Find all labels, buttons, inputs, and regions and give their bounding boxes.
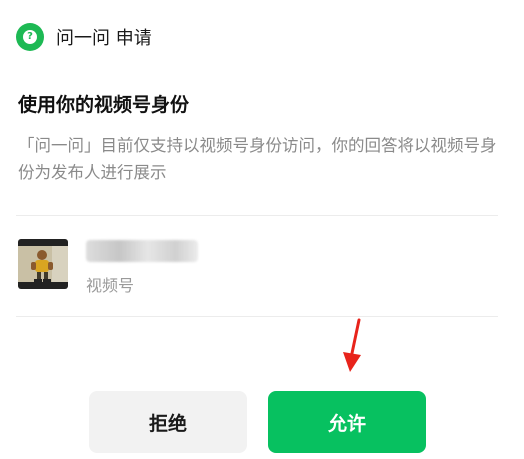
allow-button[interactable]: 允许 — [268, 391, 426, 453]
avatar-image — [18, 239, 68, 289]
question-icon: ? — [23, 30, 37, 44]
profile-name-blurred — [86, 240, 198, 262]
reject-button[interactable]: 拒绝 — [89, 391, 247, 453]
red-arrow-annotation-icon — [343, 318, 361, 372]
app-icon: ? — [16, 23, 44, 51]
section-description: 「问一问」目前仅支持以视频号身份访问，你的回答将以视频号身份为发布人进行展示 — [18, 136, 497, 182]
header-title: 问一问 申请 — [56, 28, 152, 49]
section-title: 使用你的视频号身份 — [18, 94, 190, 116]
header: ? 问一问 申请 — [16, 22, 152, 52]
divider — [16, 316, 498, 317]
profile-type-label: 视频号 — [86, 276, 135, 295]
divider — [16, 215, 498, 216]
avatar — [18, 239, 68, 289]
